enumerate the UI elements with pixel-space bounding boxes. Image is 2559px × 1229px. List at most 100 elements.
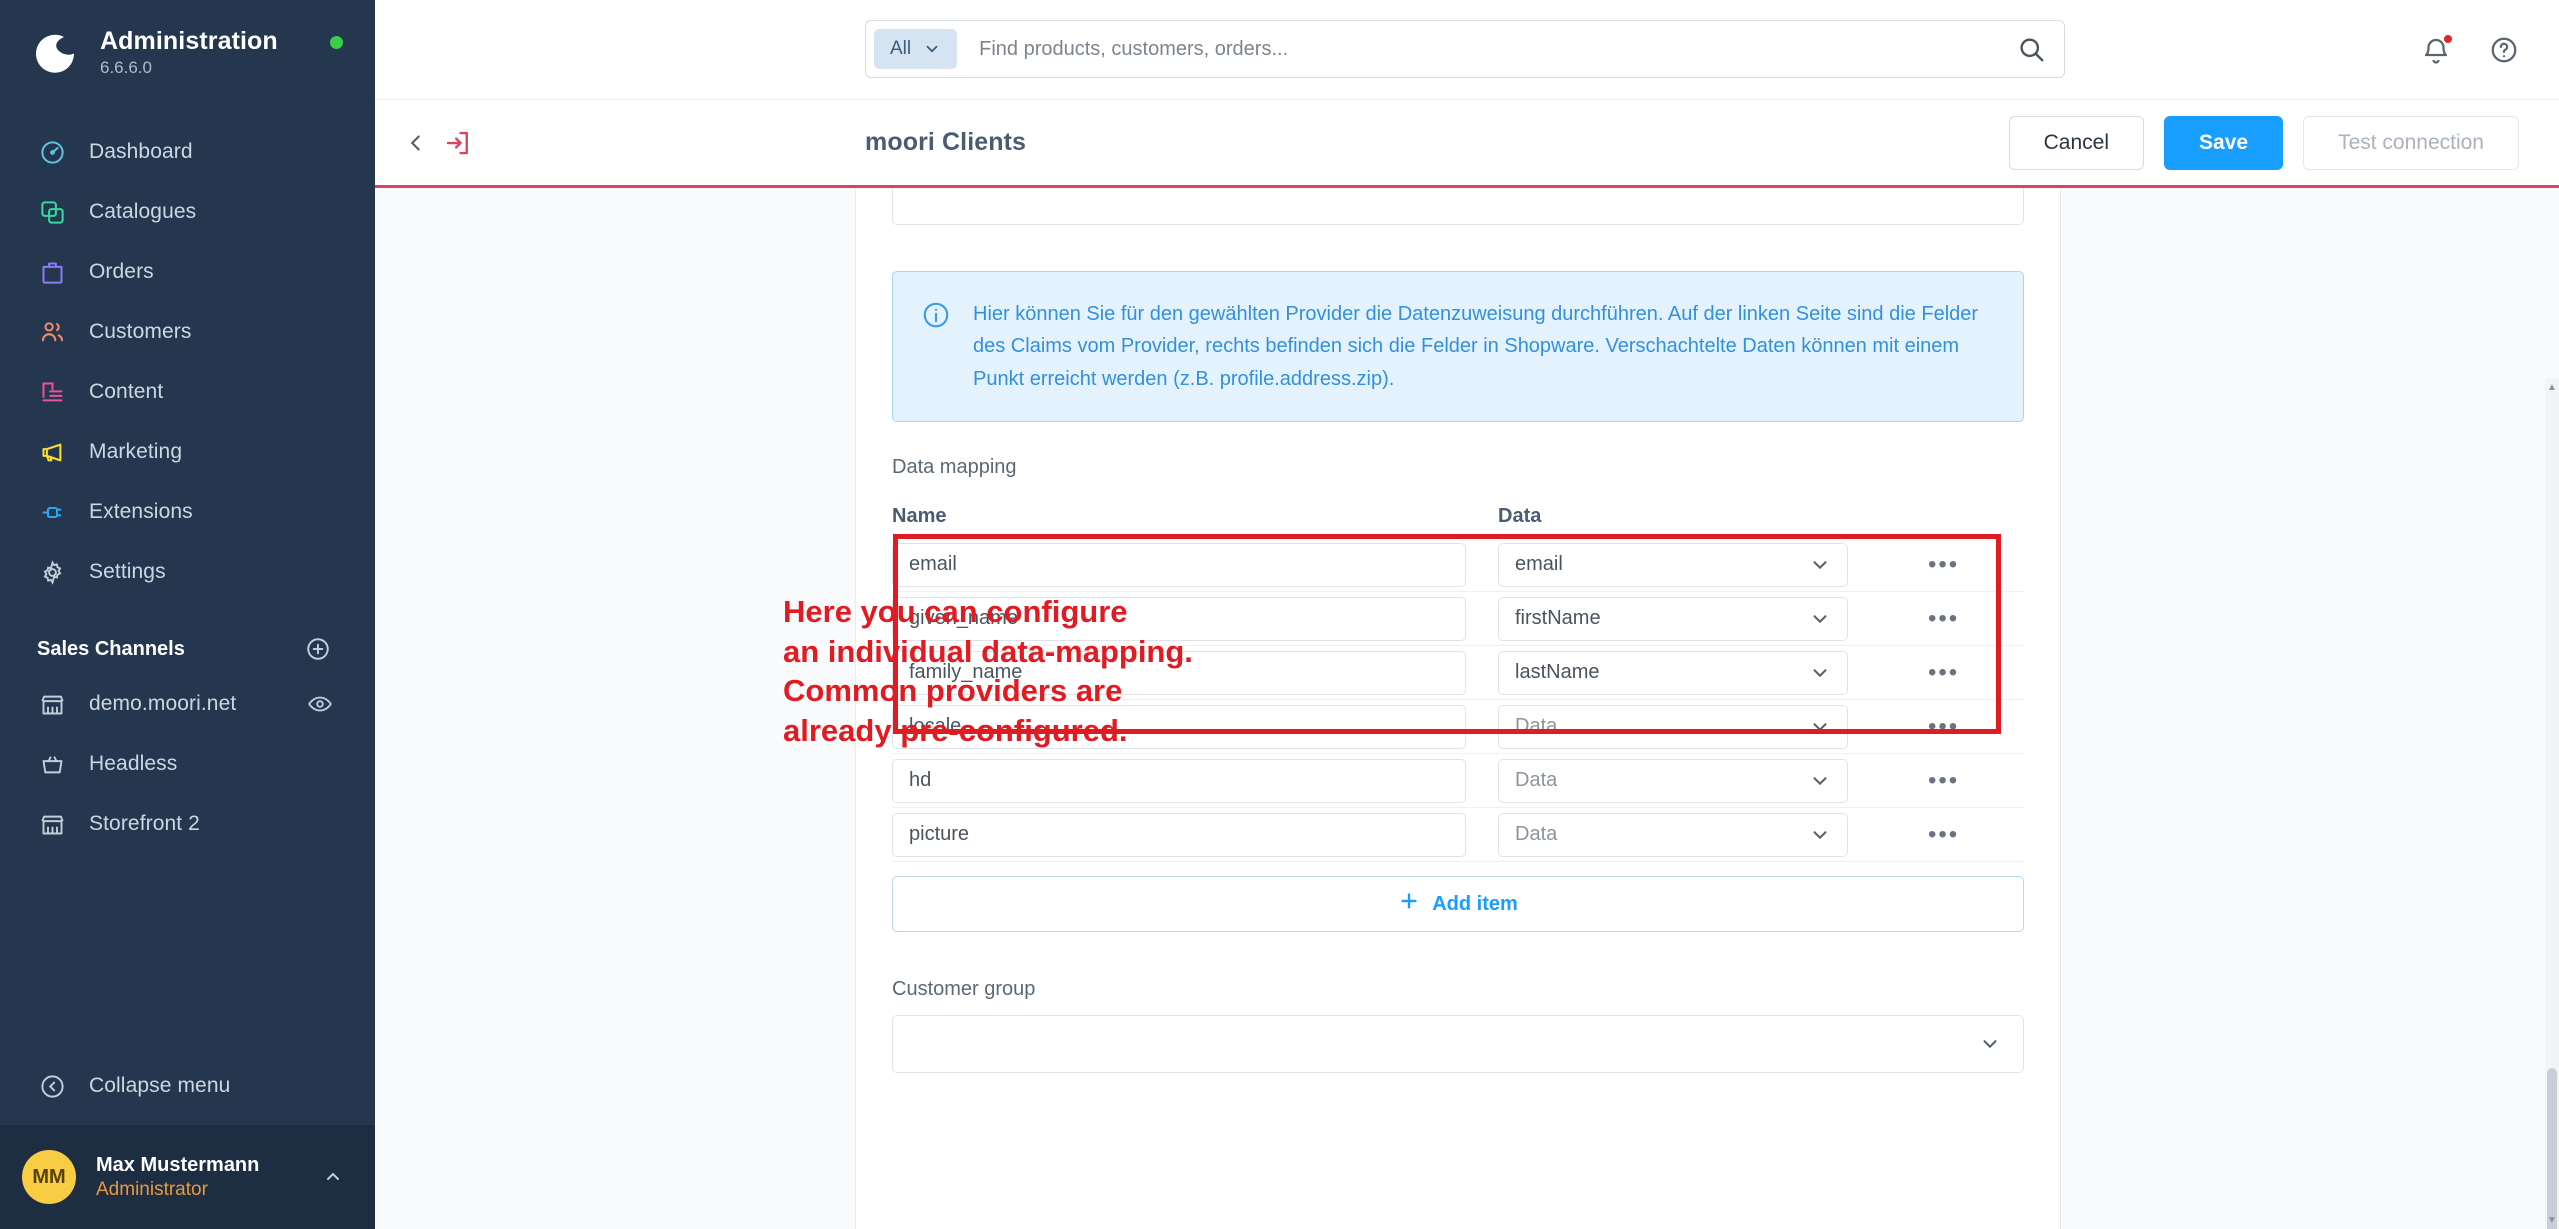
row-name-cell (892, 758, 1498, 803)
gauge-icon (37, 137, 67, 167)
bell-icon[interactable] (2421, 32, 2454, 65)
basket-icon (37, 749, 67, 779)
row-data-cell: email (1498, 542, 1894, 587)
row-context-menu-icon[interactable]: ••• (1928, 768, 1959, 793)
sidebar-item-label: Catalogues (89, 200, 197, 223)
top-bar-actions (2421, 32, 2519, 65)
sidebar-item-label: Extensions (89, 500, 193, 523)
global-search[interactable]: All (865, 20, 2065, 78)
row-context-menu-icon[interactable]: ••• (1928, 714, 1959, 739)
scrollbar-track[interactable] (2545, 378, 2559, 1229)
smart-bar-actions: Cancel Save Test connection (2008, 115, 2519, 170)
search-scope-selector[interactable]: All (874, 29, 958, 69)
truncated-secret-field[interactable]: zQudicHhWdFIHB176U278DcZ (892, 188, 2024, 225)
mapping-data-placeholder: Data (1515, 823, 1558, 846)
data-mapping-header: Name Data (892, 505, 2024, 528)
megaphone-icon (37, 437, 67, 467)
row-context-menu-icon[interactable]: ••• (1928, 552, 1959, 577)
customer-group-select[interactable] (892, 1015, 2024, 1074)
search-input[interactable] (957, 37, 2016, 61)
row-menu-cell: ••• (1894, 822, 2024, 847)
table-row: email ••• (892, 538, 2024, 593)
page-title: moori Clients (865, 128, 1027, 156)
sidebar-item-label: Settings (89, 560, 166, 583)
column-header-data: Data (1498, 505, 1542, 528)
table-row: Data ••• (892, 754, 2024, 809)
sales-channel-headless[interactable]: Headless (0, 734, 375, 794)
mapping-data-select[interactable]: firstName (1498, 596, 1848, 641)
row-menu-cell: ••• (1894, 768, 2024, 793)
mapping-data-select[interactable]: lastName (1498, 650, 1848, 695)
sales-channel-storefront-2[interactable]: Storefront 2 (0, 794, 375, 854)
chevron-down-icon (1809, 824, 1831, 846)
sidebar-item-marketing[interactable]: Marketing (0, 422, 375, 482)
row-context-menu-icon[interactable]: ••• (1928, 822, 1959, 847)
sidebar-item-extensions[interactable]: Extensions (0, 482, 375, 542)
scrollbar-thumb[interactable] (2547, 1068, 2557, 1229)
chevron-up-icon[interactable] (321, 1165, 345, 1189)
row-data-cell: Data (1498, 758, 1894, 803)
add-sales-channel-icon[interactable] (305, 636, 331, 662)
chevron-down-icon (1809, 554, 1831, 576)
sales-channel-demo-moori-net[interactable]: demo.moori.net (0, 674, 375, 734)
test-connection-button[interactable]: Test connection (2303, 115, 2519, 170)
collapse-menu-button[interactable]: Collapse menu (0, 1055, 375, 1117)
collapse-menu-label: Collapse menu (89, 1074, 231, 1097)
sidebar-item-content[interactable]: Content (0, 362, 375, 422)
search-scope-label: All (890, 38, 912, 59)
sidebar-item-label: Dashboard (89, 140, 193, 163)
gear-icon (37, 557, 67, 587)
help-circle-icon[interactable] (2489, 35, 2519, 65)
mapping-data-select[interactable]: Data (1498, 812, 1848, 857)
sidebar-item-label: Marketing (89, 440, 183, 463)
smart-bar-back-group (403, 128, 473, 158)
layers-icon (37, 197, 67, 227)
brand-block[interactable]: Administration 6.6.6.0 (0, 0, 375, 78)
row-context-menu-icon[interactable]: ••• (1928, 660, 1959, 685)
search-icon[interactable] (2016, 34, 2046, 64)
sales-channel-label: demo.moori.net (89, 692, 237, 715)
customer-group-label: Customer group (892, 978, 1036, 1001)
add-item-label: Add item (1432, 892, 1518, 915)
mapping-data-select[interactable]: Data (1498, 758, 1848, 803)
row-data-cell: Data (1498, 812, 1894, 857)
plus-icon (1398, 890, 1420, 918)
chevron-left-circle-icon (37, 1071, 67, 1101)
top-bar: All (375, 0, 2559, 100)
sidebar-item-dashboard[interactable]: Dashboard (0, 122, 375, 182)
mapping-data-value: firstName (1515, 607, 1601, 630)
avatar: MM (22, 1150, 76, 1204)
row-name-cell (892, 812, 1498, 857)
chevron-left-icon[interactable] (403, 130, 429, 156)
save-button[interactable]: Save (2164, 115, 2284, 170)
content-area: zQudicHhWdFIHB176U278DcZ Hier können Sie… (375, 188, 2559, 1229)
preview-eye-icon[interactable] (307, 691, 333, 717)
main-nav: Dashboard Catalogues Orders Customers Co… (0, 122, 375, 602)
user-menu[interactable]: MM Max Mustermann Administrator (0, 1125, 375, 1229)
storefront-icon (37, 689, 67, 719)
cancel-button[interactable]: Cancel (2008, 115, 2145, 170)
storefront-icon (37, 809, 67, 839)
mapping-name-input[interactable] (892, 812, 1466, 857)
row-context-menu-icon[interactable]: ••• (1928, 606, 1959, 631)
sidebar-item-catalogues[interactable]: Catalogues (0, 182, 375, 242)
admin-app: Administration 6.6.6.0 Dashboard Catalog… (0, 0, 2559, 1229)
row-name-cell (892, 542, 1498, 587)
bag-icon (37, 257, 67, 287)
add-item-button[interactable]: Add item (892, 876, 2024, 933)
mapping-data-select[interactable]: email (1498, 542, 1848, 587)
mapping-name-input[interactable] (892, 542, 1466, 587)
row-data-cell: firstName (1498, 596, 1894, 641)
scroll-down-arrow[interactable]: ▼ (2545, 1211, 2559, 1229)
row-menu-cell: ••• (1894, 552, 2024, 577)
info-alert: Hier können Sie für den gewählten Provid… (892, 271, 2024, 423)
sidebar-item-customers[interactable]: Customers (0, 302, 375, 362)
scroll-up-arrow[interactable]: ▲ (2545, 378, 2559, 396)
mapping-data-select[interactable]: Data (1498, 704, 1848, 749)
login-arrow-icon[interactable] (443, 128, 473, 158)
sidebar-item-settings[interactable]: Settings (0, 542, 375, 602)
mapping-name-input[interactable] (892, 758, 1466, 803)
sales-channel-label: Headless (89, 752, 178, 775)
sidebar-item-orders[interactable]: Orders (0, 242, 375, 302)
